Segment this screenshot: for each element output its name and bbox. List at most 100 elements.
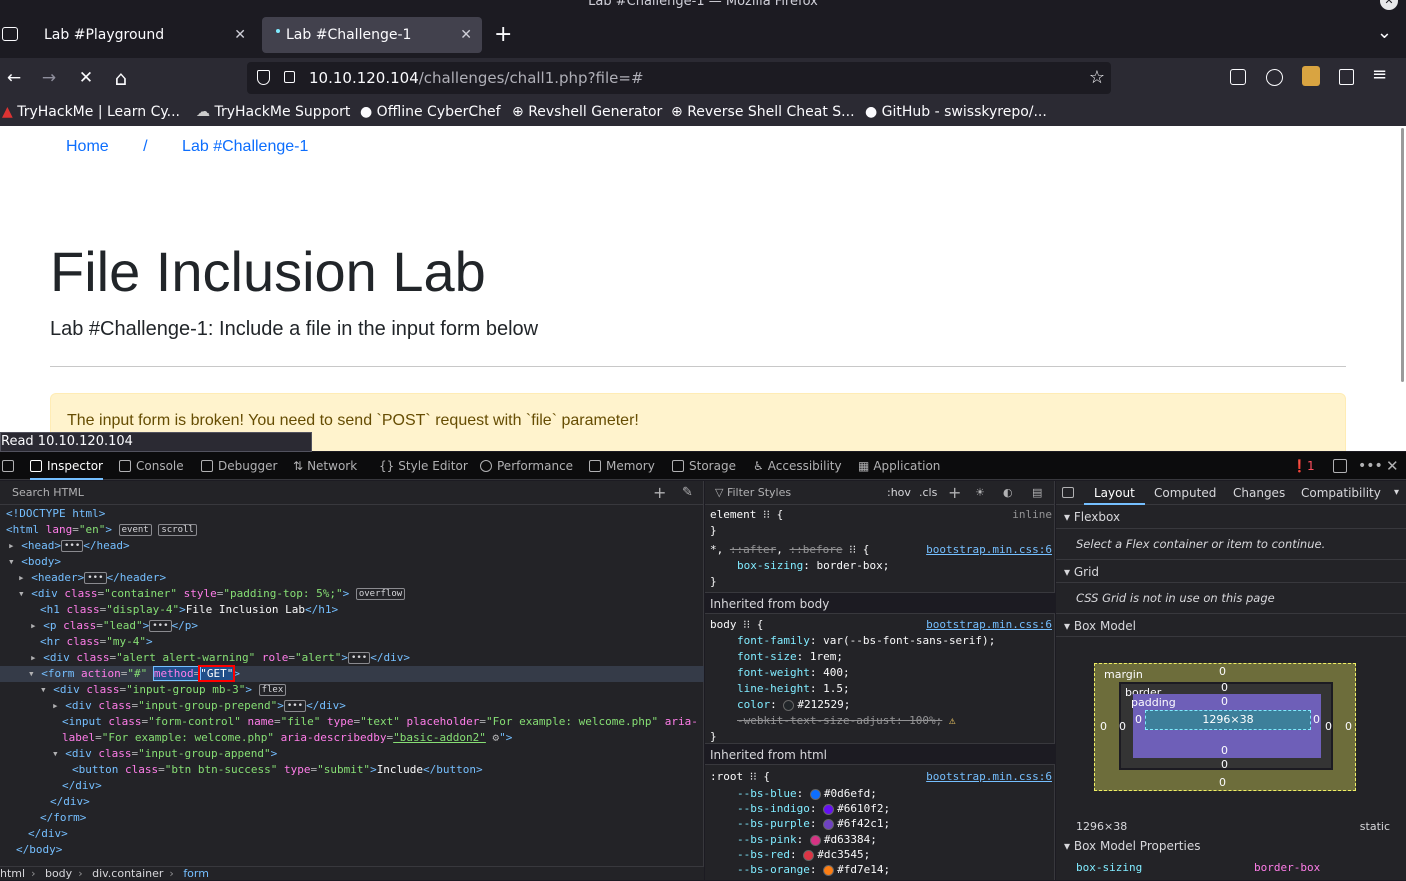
tree-line[interactable]: ▸ <header> ••• </header>	[18, 570, 166, 586]
box-model-properties-header[interactable]: ▾ Box Model Properties	[1064, 839, 1200, 853]
tree-line[interactable]: ▸ <div class="alert alert-warning" role=…	[30, 650, 410, 666]
rule-line[interactable]: --bs-purple: #6f42c1;	[737, 816, 1087, 832]
box-model-section-header[interactable]: ▾ Box Model	[1056, 613, 1406, 637]
url-text[interactable]: 10.10.120.104/challenges/chall1.php?file…	[309, 62, 644, 94]
forward-button[interactable]: →	[37, 66, 61, 90]
tree-line[interactable]: </div>	[62, 778, 102, 794]
box-model-padding[interactable]: padding 0 0 0 0 1296×38	[1131, 694, 1321, 758]
tab-inspector[interactable]: Inspector	[30, 452, 103, 480]
margin-left-value[interactable]: 0	[1100, 720, 1107, 733]
back-button[interactable]: ←	[2, 66, 26, 90]
add-rule-icon[interactable]: +	[948, 481, 961, 505]
padding-right-value[interactable]: 0	[1313, 713, 1320, 726]
padding-bottom-value[interactable]: 0	[1221, 744, 1228, 757]
bookmark-item[interactable]: ● Offline CyberChef	[360, 98, 501, 126]
tab-close-icon[interactable]: ✕	[460, 17, 472, 53]
shield-icon[interactable]	[257, 70, 270, 85]
rule-line[interactable]: color: #212529;	[737, 697, 1087, 713]
dark-scheme-icon[interactable]: ◐	[1003, 481, 1013, 505]
tree-line[interactable]: ▾ <body>	[8, 554, 61, 570]
box-model-border[interactable]: border 0 0 0 0 padding 0 0 0 0 1296×38	[1119, 681, 1333, 771]
tree-line[interactable]: <h1 class="display-4">File Inclusion Lab…	[40, 602, 338, 618]
box-model-content[interactable]: 1296×38	[1145, 710, 1311, 730]
toggle-sidebar-icon[interactable]	[1062, 487, 1074, 498]
tree-line[interactable]: </div>	[28, 826, 68, 842]
breadcrumb-html[interactable]: html	[0, 867, 25, 880]
tab-accessibility[interactable]: ♿ Accessibility	[753, 452, 842, 480]
rule-line[interactable]: font-weight: 400;	[737, 665, 1087, 681]
close-devtools-icon[interactable]: ✕	[1386, 452, 1399, 480]
lock-insecure-icon[interactable]	[284, 71, 295, 83]
border-left-value[interactable]: 0	[1119, 720, 1126, 733]
tab-application[interactable]: ▦ Application	[858, 452, 940, 480]
rule-line[interactable]: font-family: var(--bs-font-sans-serif);	[737, 633, 1087, 649]
box-model-margin[interactable]: margin 0 0 0 0 border 0 0 0 0 padding 0 …	[1094, 663, 1356, 791]
tree-line[interactable]: ▸ <p class="lead"> ••• </p>	[30, 618, 198, 634]
list-tabs-icon[interactable]: ⌄	[1377, 22, 1392, 43]
tab-close-icon[interactable]: ✕	[234, 17, 246, 53]
new-tab-button[interactable]: +	[494, 22, 512, 47]
error-count-badge[interactable]: ❗1	[1292, 452, 1315, 480]
rule-line[interactable]: line-height: 1.5;	[737, 681, 1087, 697]
tree-line-selected[interactable]: ▾ <form action="#" method="GET">	[0, 665, 704, 682]
extensions-icon[interactable]	[1339, 69, 1354, 85]
tree-line[interactable]: label="For example: welcome.php" aria-de…	[62, 730, 512, 746]
tree-line[interactable]: <hr class="my-4">	[40, 634, 153, 650]
rule-line[interactable]: --bs-blue: #0d6efd;	[737, 786, 1087, 802]
bookmark-item[interactable]: ⊕ Revshell Generator	[512, 98, 662, 126]
rule-line[interactable]: --bs-orange: #fd7e14;	[737, 862, 1087, 878]
stop-loading-button[interactable]: ✕	[74, 66, 98, 90]
tab-debugger[interactable]: Debugger	[201, 452, 277, 480]
padding-top-value[interactable]: 0	[1221, 695, 1228, 708]
url-bar[interactable]: 10.10.120.104/challenges/chall1.php?file…	[247, 62, 1111, 94]
more-options-icon[interactable]: •••	[1358, 452, 1383, 480]
margin-top-value[interactable]: 0	[1219, 665, 1226, 678]
tree-line[interactable]: ▾ <div class="container" style="padding-…	[18, 586, 406, 602]
border-bottom-value[interactable]: 0	[1221, 758, 1228, 771]
breadcrumb-current-link[interactable]: Lab #Challenge-1	[182, 138, 308, 155]
rule-line[interactable]: -webkit-text-size-adjust: 100%; ⚠	[737, 713, 1087, 729]
bookmark-item[interactable]: ● GitHub - swisskyrepo/...	[865, 98, 1047, 126]
rule-line[interactable]: body ⁝⁝ {bootstrap.min.css:6	[710, 617, 1060, 633]
tab-layout[interactable]: Layout	[1084, 481, 1145, 505]
rule-line[interactable]: *, ::after, ::before ⁝⁝ {bootstrap.min.c…	[710, 542, 1060, 558]
breadcrumb-div-container[interactable]: div.container	[92, 867, 163, 880]
hover-states-button[interactable]: :hov	[887, 481, 911, 505]
bookmark-item[interactable]: ☁ TryHackMe Support	[196, 98, 350, 126]
bookmark-item[interactable]: ▲ TryHackMe | Learn Cy...	[2, 98, 180, 126]
more-tabs-icon[interactable]: ▾	[1394, 481, 1399, 505]
tab-storage[interactable]: Storage	[672, 452, 736, 480]
tab-memory[interactable]: Memory	[589, 452, 655, 480]
tree-line[interactable]: </div>	[50, 794, 90, 810]
rule-line[interactable]: :root ⁝⁝ {bootstrap.min.css:6	[710, 769, 1060, 785]
tab-compatibility[interactable]: Compatibility	[1301, 481, 1381, 505]
margin-bottom-value[interactable]: 0	[1219, 776, 1226, 789]
tab-challenge-1[interactable]: Lab #Challenge-1 ✕	[262, 17, 482, 53]
tab-performance[interactable]: Performance	[480, 452, 573, 480]
tree-line[interactable]: ▾ <div class="input-group-append">	[52, 746, 277, 762]
padding-left-value[interactable]: 0	[1135, 713, 1142, 726]
flexbox-section-header[interactable]: ▾ Flexbox	[1056, 505, 1406, 529]
tree-line[interactable]: ▾ <div class="input-group mb-3"> flex	[40, 682, 287, 698]
tab-playground[interactable]: Lab #Playground ✕	[30, 17, 256, 53]
rule-line[interactable]: font-size: 1rem;	[737, 649, 1087, 665]
bookmark-item[interactable]: ⊕ Reverse Shell Cheat S...	[671, 98, 855, 126]
grid-section-header[interactable]: ▾ Grid	[1056, 559, 1406, 583]
breadcrumb-home-link[interactable]: Home	[66, 138, 109, 155]
element-picker-icon[interactable]	[2, 460, 14, 472]
eyedropper-icon[interactable]: ✎	[682, 481, 693, 505]
tree-line[interactable]: <!DOCTYPE html>	[6, 506, 105, 522]
bookmark-star-icon[interactable]: ☆	[1089, 62, 1105, 94]
rule-line[interactable]: box-sizing: border-box;	[737, 558, 1087, 574]
tree-line[interactable]: ▸ <head> ••• </head>	[8, 538, 130, 554]
margin-right-value[interactable]: 0	[1345, 720, 1352, 733]
tree-line[interactable]: <input class="form-control" name="file" …	[62, 714, 698, 730]
light-scheme-icon[interactable]: ☀	[975, 481, 985, 505]
tab-console[interactable]: Console	[119, 452, 184, 480]
breadcrumb-form[interactable]: form	[183, 867, 209, 880]
firefox-view-icon[interactable]	[2, 27, 18, 41]
print-media-icon[interactable]: ▤	[1032, 481, 1042, 505]
search-html-input[interactable]: Search HTML + ✎	[0, 481, 703, 505]
tree-line[interactable]: ▸ <div class="input-group-prepend"> ••• </…	[52, 698, 346, 714]
tree-line[interactable]: </body>	[16, 842, 62, 858]
